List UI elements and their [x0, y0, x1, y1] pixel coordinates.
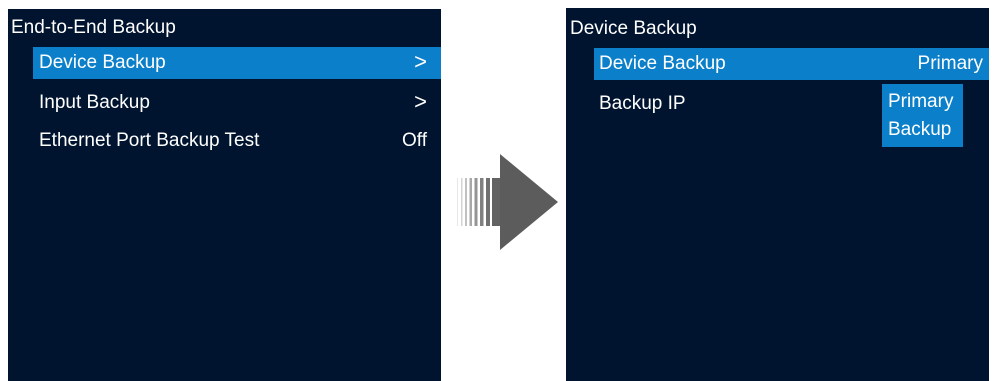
arrow-head: [500, 154, 558, 250]
menu-item-label: Input Backup: [39, 92, 150, 113]
dropdown-option-backup[interactable]: Backup: [888, 116, 963, 144]
menu-item-device-backup[interactable]: Device Backup Primary: [594, 48, 989, 80]
device-backup-dropdown[interactable]: Primary Backup: [882, 84, 963, 147]
menu-item-backup-ip[interactable]: Backup IP: [594, 88, 884, 120]
end-to-end-backup-screen: End-to-End Backup Device Backup > Input …: [8, 9, 441, 381]
screen-title: Device Backup: [570, 18, 697, 39]
menu-item-label: Device Backup: [599, 53, 726, 74]
menu-item-value: Off: [402, 130, 427, 151]
dropdown-option-primary[interactable]: Primary: [888, 88, 963, 116]
arrow-shaft: [457, 178, 501, 226]
menu-item-label: Backup IP: [599, 93, 686, 114]
menu-item-label: Ethernet Port Backup Test: [39, 130, 260, 151]
device-backup-screen: Device Backup Device Backup Primary Back…: [566, 8, 989, 381]
menu-item-device-backup[interactable]: Device Backup >: [33, 47, 441, 79]
screen-title: End-to-End Backup: [11, 17, 176, 38]
menu-item-input-backup[interactable]: Input Backup >: [33, 87, 441, 119]
chevron-right-icon: >: [414, 89, 427, 114]
menu-item-ethernet-port-backup-test[interactable]: Ethernet Port Backup Test Off: [33, 125, 441, 157]
menu-item-value: Primary: [917, 53, 983, 74]
chevron-right-icon: >: [414, 49, 427, 74]
menu-item-label: Device Backup: [39, 52, 166, 73]
right-arrow-icon: [457, 154, 558, 250]
